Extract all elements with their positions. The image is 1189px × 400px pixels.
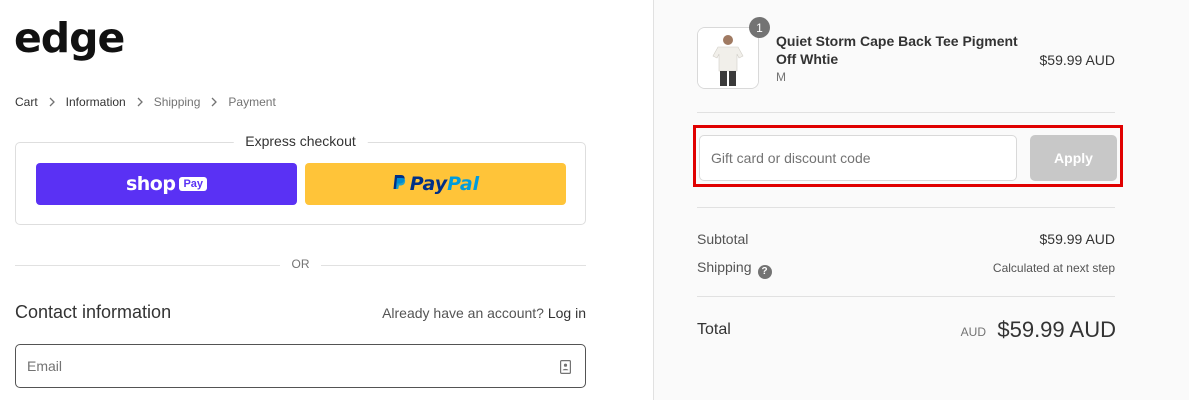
shop-pay-button[interactable]: shop Pay bbox=[36, 163, 297, 205]
apply-discount-button[interactable]: Apply bbox=[1030, 135, 1117, 181]
question-mark-icon[interactable]: ? bbox=[757, 265, 772, 279]
summary-divider bbox=[697, 207, 1115, 208]
subtotal-value: $59.99 AUD bbox=[1039, 231, 1116, 247]
breadcrumb-cart[interactable]: Cart bbox=[15, 95, 38, 109]
chevron-right-icon bbox=[207, 95, 221, 109]
discount-code-input[interactable] bbox=[700, 136, 1016, 180]
product-variant: M bbox=[776, 70, 786, 84]
paypal-text-pal: Pal bbox=[447, 173, 480, 195]
summary-divider bbox=[697, 112, 1115, 113]
product-price: $59.99 AUD bbox=[1039, 52, 1116, 68]
total-value: $59.99 AUD bbox=[997, 317, 1116, 342]
subtotal-row: Subtotal $59.99 AUD bbox=[697, 231, 1115, 247]
total-currency: AUD bbox=[960, 325, 986, 339]
discount-field[interactable] bbox=[699, 135, 1017, 181]
contact-information-heading: Contact information bbox=[15, 302, 172, 322]
or-divider: OR bbox=[15, 257, 586, 273]
shipping-value: Calculated at next step bbox=[992, 261, 1115, 275]
order-summary: 1 Quiet Storm Cape Back Tee Pigment Off … bbox=[653, 0, 1189, 400]
subtotal-label: Subtotal bbox=[697, 231, 749, 247]
chevron-right-icon bbox=[133, 95, 147, 109]
discount-code-section: Apply bbox=[693, 125, 1123, 187]
paypal-icon bbox=[392, 174, 406, 195]
breadcrumb-information: Information bbox=[65, 95, 126, 109]
product-name: Quiet Storm Cape Back Tee Pigment Off Wh… bbox=[776, 33, 1018, 67]
breadcrumb-shipping: Shipping bbox=[153, 95, 201, 109]
or-text: OR bbox=[291, 257, 310, 271]
express-checkout: Express checkout shop Pay Pay Pal bbox=[15, 133, 586, 225]
store-logo[interactable]: edge bbox=[14, 18, 125, 59]
paypal-text-pay: Pay bbox=[409, 173, 448, 195]
account-prompt-text: Already have an account? bbox=[382, 305, 544, 321]
shipping-label: Shipping bbox=[697, 259, 752, 275]
shipping-row: Shipping? Calculated at next step bbox=[697, 259, 1115, 279]
summary-divider bbox=[697, 296, 1115, 297]
order-line-item: 1 Quiet Storm Cape Back Tee Pigment Off … bbox=[697, 17, 1116, 90]
total-label: Total bbox=[697, 321, 731, 338]
shop-pay-logo-text: shop bbox=[125, 173, 176, 195]
contact-card-icon[interactable] bbox=[560, 360, 572, 375]
breadcrumb: Cart Information Shipping Payment bbox=[15, 95, 276, 109]
paypal-button[interactable]: Pay Pal bbox=[305, 163, 566, 205]
chevron-right-icon bbox=[45, 95, 59, 109]
product-thumbnail bbox=[697, 27, 759, 89]
express-checkout-title: Express checkout bbox=[233, 133, 368, 149]
checkout-main: edge Cart Information Shipping Payment E… bbox=[0, 0, 653, 400]
email-input[interactable] bbox=[16, 345, 548, 387]
breadcrumb-payment: Payment bbox=[228, 95, 276, 109]
quantity-badge: 1 bbox=[749, 17, 770, 38]
email-field[interactable] bbox=[15, 344, 586, 388]
login-link[interactable]: Log in bbox=[548, 305, 586, 321]
account-prompt: Already have an account? Log in bbox=[382, 305, 586, 321]
shop-pay-badge: Pay bbox=[179, 177, 208, 191]
divider-line bbox=[321, 265, 586, 266]
